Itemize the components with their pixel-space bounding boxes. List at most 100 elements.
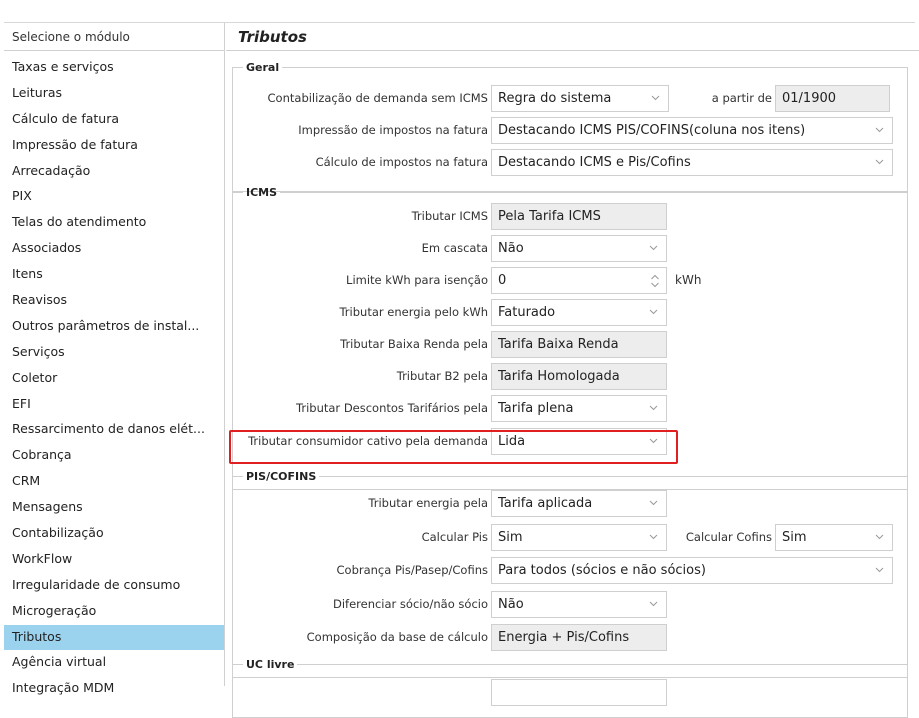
a-partir-de-field: 01/1900 xyxy=(775,85,890,112)
chevron-down-icon xyxy=(649,243,658,252)
chevron-down-icon xyxy=(651,93,660,102)
contabilizacao-select[interactable]: Regra do sistema xyxy=(491,85,669,112)
contabilizacao-value: Regra do sistema xyxy=(498,91,612,106)
sidebar-item-ressarcimento-de-danos-elet[interactable]: Ressarcimento de danos elét... xyxy=(4,417,224,443)
row-composicao-base: Composição da base de cálculo Energia + … xyxy=(226,624,919,651)
limite-kwh-unit: kWh xyxy=(675,273,702,287)
sidebar-item-integracao-mdm[interactable]: Integração MDM xyxy=(4,676,224,702)
limite-kwh-stepper[interactable]: 0 xyxy=(491,267,667,294)
em-cascata-label: Em cascata xyxy=(421,241,488,255)
sidebar-item-crm[interactable]: CRM xyxy=(4,469,224,495)
highlight-box xyxy=(229,430,678,464)
impressao-select[interactable]: Destacando ICMS PIS/COFINS(coluna nos it… xyxy=(491,117,893,144)
top-margin xyxy=(0,0,919,22)
tributar-icms-value: Pela Tarifa ICMS xyxy=(498,209,601,224)
tributar-energia-pela-select[interactable]: Tarifa aplicada xyxy=(491,490,667,517)
main-title-bar: Tributos xyxy=(226,23,919,51)
chevron-down-icon xyxy=(875,125,884,134)
row-diferenciar-socio: Diferenciar sócio/não sócio Não xyxy=(226,591,919,618)
chevron-down-icon xyxy=(649,403,658,412)
composicao-base-value: Energia + Pis/Cofins xyxy=(498,630,630,645)
group-geral-legend: Geral xyxy=(246,61,280,74)
diferenciar-socio-label: Diferenciar sócio/não sócio xyxy=(332,597,488,611)
tributar-energia-pela-value: Tarifa aplicada xyxy=(498,496,593,511)
calcular-pis-select[interactable]: Sim xyxy=(491,524,667,551)
baixa-renda-label: Tributar Baixa Renda pela xyxy=(340,337,488,351)
sidebar-item-contabilizacao[interactable]: Contabilização xyxy=(4,521,224,547)
sidebar-item-associados[interactable]: Associados xyxy=(4,236,224,262)
calculo-select[interactable]: Destacando ICMS e Pis/Cofins xyxy=(491,149,893,176)
b2-label: Tributar B2 pela xyxy=(396,369,488,383)
row-cobranca-pis: Cobrança Pis/Pasep/Cofins Para todos (só… xyxy=(226,557,919,584)
sidebar-item-arrecadacao[interactable]: Arrecadação xyxy=(4,159,224,185)
diferenciar-socio-select[interactable]: Não xyxy=(491,591,667,618)
baixa-renda-field: Tarifa Baixa Renda xyxy=(491,331,667,358)
calcular-pis-value: Sim xyxy=(498,530,523,545)
row-calculo: Cálculo de impostos na fatura Destacando… xyxy=(226,149,919,176)
chevron-down-icon xyxy=(875,157,884,166)
sidebar-item-impressao-de-fatura[interactable]: Impressão de fatura xyxy=(4,133,224,159)
tributar-energia-pela-label: Tributar energia pela xyxy=(368,496,488,510)
b2-field: Tarifa Homologada xyxy=(491,363,667,390)
em-cascata-value: Não xyxy=(498,241,524,256)
tributar-energia-kwh-select[interactable]: Faturado xyxy=(491,299,667,326)
descontos-label: Tributar Descontos Tarifários pela xyxy=(296,401,488,415)
sidebar-item-taxas-e-servicos[interactable]: Taxas e serviços xyxy=(4,55,224,81)
chevron-down-icon xyxy=(875,565,884,574)
cobranca-pis-label: Cobrança Pis/Pasep/Cofins xyxy=(336,563,489,577)
calcular-cofins-value: Sim xyxy=(782,530,807,545)
sidebar-item-cobranca[interactable]: Cobrança xyxy=(4,443,224,469)
sidebar-item-servicos[interactable]: Serviços xyxy=(4,340,224,366)
module-list: Taxas e serviços Leituras Cálculo de fatur… xyxy=(4,51,224,702)
sidebar-item-calculo-de-fatura[interactable]: Cálculo de fatura xyxy=(4,107,224,133)
row-contabilizacao: Contabilização de demanda sem ICMS Regra… xyxy=(226,85,919,112)
page-title: Tributos xyxy=(238,28,307,46)
impressao-value: Destacando ICMS PIS/COFINS(coluna nos it… xyxy=(498,123,806,138)
calculo-label: Cálculo de impostos na fatura xyxy=(315,155,488,169)
sidebar-item-outros-parametros-de-instal[interactable]: Outros parâmetros de instal... xyxy=(4,314,224,340)
cobranca-pis-select[interactable]: Para todos (sócios e não sócios) xyxy=(491,557,893,584)
sidebar-item-tributos[interactable]: Tributos xyxy=(4,624,224,651)
sidebar-item-microgeracao[interactable]: Microgeração xyxy=(4,599,224,625)
sidebar-item-efi[interactable]: EFI xyxy=(4,392,224,418)
calculo-value: Destacando ICMS e Pis/Cofins xyxy=(498,155,691,170)
sidebar-item-mensagens[interactable]: Mensagens xyxy=(4,495,224,521)
sidebar-item-irregularidade-de-consumo[interactable]: Irregularidade de consumo xyxy=(4,573,224,599)
sidebar-item-coletor[interactable]: Coletor xyxy=(4,366,224,392)
calcular-cofins-select[interactable]: Sim xyxy=(775,524,893,551)
spinner-arrows-icon[interactable] xyxy=(650,272,660,290)
row-tributar-energia-kwh: Tributar energia pelo kWh Faturado xyxy=(226,299,919,326)
sidebar-item-agencia-virtual[interactable]: Agência virtual xyxy=(4,650,224,676)
module-sidebar: Selecione o módulo Taxas e serviços Leitu… xyxy=(4,23,225,695)
composicao-base-label: Composição da base de cálculo xyxy=(306,630,488,644)
row-em-cascata: Em cascata Não xyxy=(226,235,919,262)
impressao-label: Impressão de impostos na fatura xyxy=(298,123,488,137)
limite-kwh-value: 0 xyxy=(498,273,507,288)
chevron-down-icon xyxy=(649,498,658,507)
sidebar-item-telas-do-atendimento[interactable]: Telas do atendimento xyxy=(4,210,224,236)
chevron-down-icon xyxy=(649,307,658,316)
baixa-renda-value: Tarifa Baixa Renda xyxy=(498,337,619,352)
row-impressao: Impressão de impostos na fatura Destacan… xyxy=(226,117,919,144)
uc-livre-partial-field[interactable] xyxy=(491,679,667,706)
sidebar-item-reavisos[interactable]: Reavisos xyxy=(4,288,224,314)
main-panel: Tributos Geral Contabilização de demanda… xyxy=(226,23,919,718)
group-icms-legend: ICMS xyxy=(246,186,278,199)
a-partir-de-label: a partir de xyxy=(711,91,772,105)
limite-kwh-label: Limite kWh para isenção xyxy=(346,273,488,287)
sidebar-item-leituras[interactable]: Leituras xyxy=(4,81,224,107)
calcular-pis-label: Calcular Pis xyxy=(421,530,488,544)
chevron-down-icon xyxy=(649,599,658,608)
em-cascata-select[interactable]: Não xyxy=(491,235,667,262)
sidebar-item-pix[interactable]: PIX xyxy=(4,184,224,210)
row-limite-kwh: Limite kWh para isenção 0 kWh xyxy=(226,267,919,294)
sidebar-item-itens[interactable]: Itens xyxy=(4,262,224,288)
calcular-cofins-label: Calcular Cofins xyxy=(685,530,772,544)
descontos-select[interactable]: Tarifa plena xyxy=(491,395,667,422)
row-tributar-energia-pela: Tributar energia pela Tarifa aplicada xyxy=(226,490,919,517)
tributar-icms-label: Tributar ICMS xyxy=(411,209,488,223)
sidebar-item-workflow[interactable]: WorkFlow xyxy=(4,547,224,573)
a-partir-de-value: 01/1900 xyxy=(782,91,837,106)
b2-value: Tarifa Homologada xyxy=(498,369,620,384)
tributar-energia-kwh-label: Tributar energia pelo kWh xyxy=(339,305,488,319)
